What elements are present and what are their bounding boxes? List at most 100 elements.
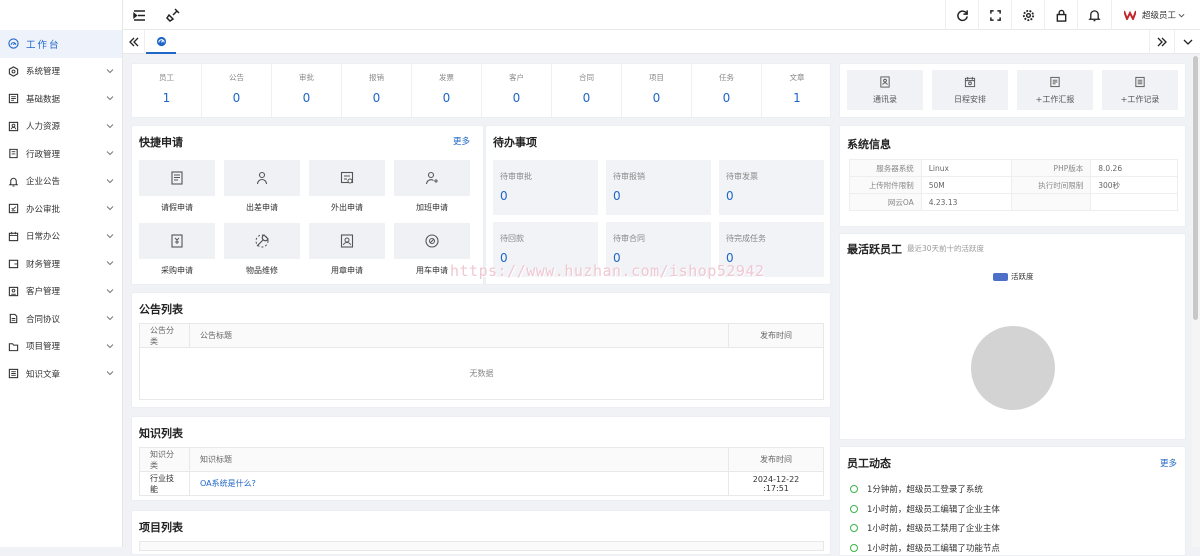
quick-link-3[interactable]: +工作记录 (1102, 70, 1178, 110)
sidebar-item-menu-9[interactable]: 客户管理 (0, 278, 122, 306)
page-scrollbar[interactable] (1192, 56, 1200, 547)
stat-9[interactable]: 文章 1 (762, 64, 832, 117)
fullscreen-button[interactable] (978, 0, 1011, 30)
quick-apply-item-1[interactable]: 出差申请 (224, 160, 300, 213)
quick-apply-label: 请假申请 (161, 203, 193, 212)
knowledge-list-title: 知识列表 (139, 427, 183, 440)
quick-apply-item-6[interactable]: 用章申请 (309, 223, 385, 276)
quick-apply-more-link[interactable]: 更多 (453, 135, 470, 147)
clean-cache-button[interactable] (163, 0, 183, 30)
sidebar-item-workbench[interactable]: 工作台 (0, 30, 122, 58)
sidebar-item-menu-11[interactable]: 项目管理 (0, 333, 122, 361)
sidebar-item-menu-4[interactable]: 行政管理 (0, 140, 122, 168)
sidebar-item-menu-12[interactable]: 知识文章 (0, 360, 122, 388)
tab-menu-button[interactable] (1174, 30, 1200, 54)
settings-button[interactable] (1011, 0, 1044, 30)
quick-apply-card: 快捷申请 更多 请假申请 出差申请 外出申请 加班申请 采购申请 物品维修 用章申请 用车申请 (131, 125, 484, 285)
sidebar-item-menu-3[interactable]: 人力资源 (0, 113, 122, 141)
sidebar-item-menu-7[interactable]: 日常办公 (0, 223, 122, 251)
system-icon (8, 66, 19, 77)
chevron-down-icon (106, 316, 114, 321)
stat-label: 项目 (649, 73, 664, 82)
todo-label: 待审合同 (613, 234, 645, 243)
info-value (1090, 193, 1178, 211)
quick-apply-icon-box (309, 160, 385, 196)
todo-label: 待审发票 (726, 172, 758, 181)
stat-value: 0 (582, 91, 591, 105)
sidebar-item-menu-2[interactable]: 基础数据 (0, 85, 122, 113)
stat-3[interactable]: 报销 0 (342, 64, 412, 117)
sidebar-item-menu-8[interactable]: 财务管理 (0, 250, 122, 278)
quick-apply-label: 出差申请 (246, 203, 278, 212)
chevron-down-icon (106, 206, 114, 211)
stat-0[interactable]: 员工 1 (132, 64, 202, 117)
pie-chart (971, 326, 1055, 410)
col-category: 公告分类 (139, 323, 190, 348)
activity-item: 1小时前，超级员工编辑了功能节点 (850, 542, 1000, 554)
table-row[interactable]: 行业技能 OA系统是什么? 2024-12-22 :17:51 (139, 471, 824, 496)
stat-8[interactable]: 任务 0 (692, 64, 762, 117)
cell-title-link[interactable]: OA系统是什么? (189, 471, 729, 496)
sidebar-item-menu-6[interactable]: 办公审批 (0, 195, 122, 223)
stat-value: 1 (162, 91, 171, 105)
timeline-dot-icon (850, 524, 858, 532)
knowledge-table: 知识分类 知识标题 发布时间 行业技能 OA系统是什么? 2024-12-22 … (139, 447, 824, 496)
notification-button[interactable] (1077, 0, 1110, 30)
quick-link-0[interactable]: 通讯录 (847, 70, 923, 110)
refresh-icon (956, 9, 968, 21)
todo-item-2[interactable]: 待审发票 0 (719, 160, 824, 215)
col-time: 发布时间 (728, 447, 824, 472)
stat-label: 客户 (509, 73, 524, 82)
chevron-down-icon (106, 343, 114, 348)
cell-category: 行业技能 (139, 471, 190, 496)
activity-more-link[interactable]: 更多 (1160, 457, 1177, 469)
chevron-down-icon (1183, 39, 1192, 45)
sidebar-item-menu-5[interactable]: 企业公告 (0, 168, 122, 196)
tab-scroll-left-button[interactable] (123, 30, 145, 54)
stat-1[interactable]: 公告 0 (202, 64, 272, 117)
notice-list-card: 公告列表 公告分类 公告标题 发布时间 无数据 (131, 292, 831, 408)
todo-title: 待办事项 (493, 136, 537, 149)
stat-label: 任务 (719, 73, 734, 82)
sidebar: 工作台 系统管理 基础数据 人力资源 行政管理 企业公告 办公审批 日常办公财务管理客户管理合… (0, 0, 123, 547)
quick-link-label: +工作记录 (1120, 95, 1160, 104)
user-menu[interactable]: 超级员工 (1111, 0, 1200, 30)
notice-table: 公告分类 公告标题 发布时间 无数据 (139, 323, 824, 400)
info-row: 上传附件限制 50M 执行时间限制 300秒 (849, 176, 1178, 194)
quick-apply-item-2[interactable]: 外出申请 (309, 160, 385, 213)
chevron-down-icon (106, 178, 114, 183)
sidebar-item-label: 财务管理 (26, 259, 61, 270)
tab-home[interactable] (146, 30, 176, 54)
scrollbar-thumb[interactable] (1193, 56, 1198, 320)
sidebar-item-menu-1[interactable]: 系统管理 (0, 58, 122, 86)
stat-label: 报销 (369, 73, 384, 82)
menu-toggle-button[interactable] (129, 0, 149, 30)
stat-5[interactable]: 客户 0 (482, 64, 552, 117)
quick-apply-label: 加班申请 (416, 203, 448, 212)
todo-item-0[interactable]: 待审审批 0 (493, 160, 598, 215)
refresh-button[interactable] (945, 0, 978, 30)
quick-link-2[interactable]: +工作汇报 (1017, 70, 1093, 110)
lock-button[interactable] (1044, 0, 1077, 30)
quick-link-label: +工作汇报 (1035, 95, 1075, 104)
quick-apply-item-3[interactable]: 加班申请 (394, 160, 470, 213)
quick-apply-item-5[interactable]: 物品维修 (224, 223, 300, 276)
stat-2[interactable]: 审批 0 (272, 64, 342, 117)
active-employees-title: 最活跃员工 (847, 243, 902, 256)
gear-icon (1022, 9, 1034, 21)
chevron-down-icon (106, 261, 114, 266)
quick-apply-item-4[interactable]: 采购申请 (139, 223, 215, 276)
stat-6[interactable]: 合同 0 (552, 64, 622, 117)
info-value: Linux (920, 159, 1012, 177)
tab-scroll-right-button[interactable] (1149, 30, 1174, 54)
quick-link-1[interactable]: 日程安排 (932, 70, 1008, 110)
sidebar-item-menu-10[interactable]: 合同协议 (0, 305, 122, 333)
quick-apply-item-0[interactable]: 请假申请 (139, 160, 215, 213)
timeline-dot-icon (850, 543, 858, 552)
todo-item-1[interactable]: 待审报销 0 (606, 160, 711, 215)
customer-icon (8, 286, 19, 297)
stat-4[interactable]: 发票 0 (412, 64, 482, 117)
activity-text: 1小时前，超级员工编辑了企业主体 (867, 504, 1000, 515)
stat-7[interactable]: 项目 0 (622, 64, 692, 117)
quick-apply-label: 采购申请 (161, 266, 193, 275)
